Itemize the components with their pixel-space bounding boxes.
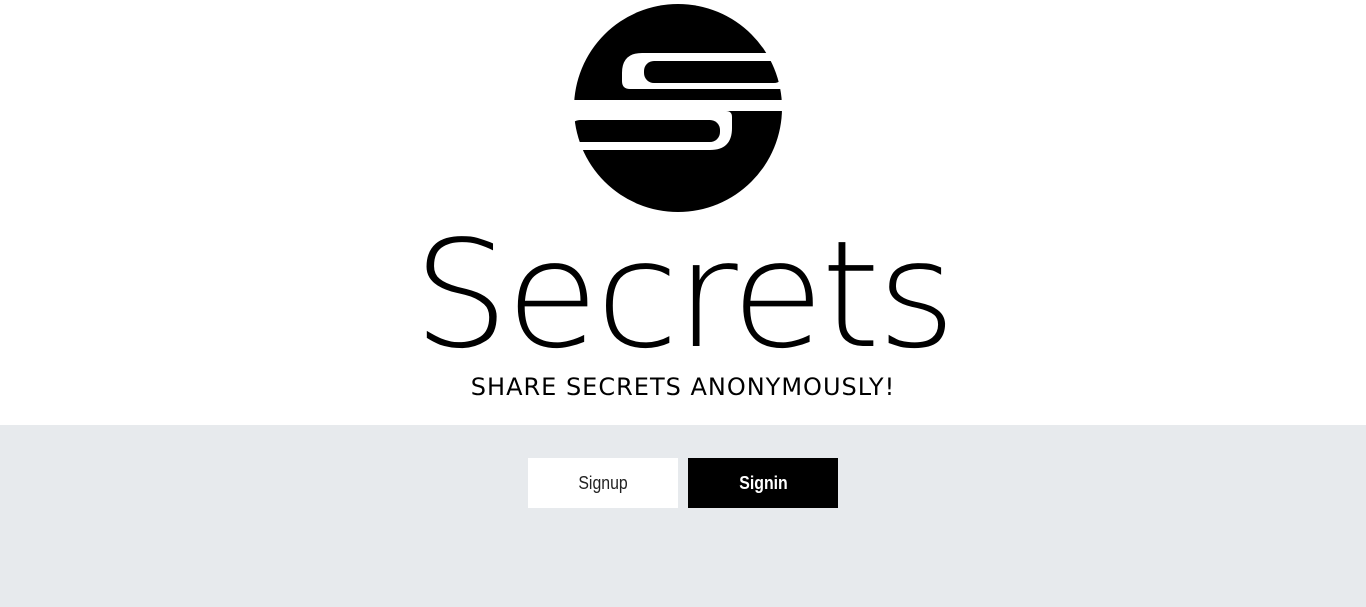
brand-tagline: SHARE SECRETS ANONYMOUSLY! xyxy=(470,373,896,401)
signin-button[interactable]: Signin xyxy=(688,458,838,508)
signin-button-label: Signin xyxy=(738,473,788,493)
signup-button-label: Signup xyxy=(578,473,628,493)
signup-button[interactable]: Signup xyxy=(528,458,678,508)
brand-wordmark: Secrets xyxy=(413,209,956,381)
secrets-s-logo-icon xyxy=(574,4,782,212)
hero-section: Secrets SHARE SECRETS ANONYMOUSLY! xyxy=(0,0,1366,425)
auth-actions-bar: Signup Signin xyxy=(0,425,1366,607)
